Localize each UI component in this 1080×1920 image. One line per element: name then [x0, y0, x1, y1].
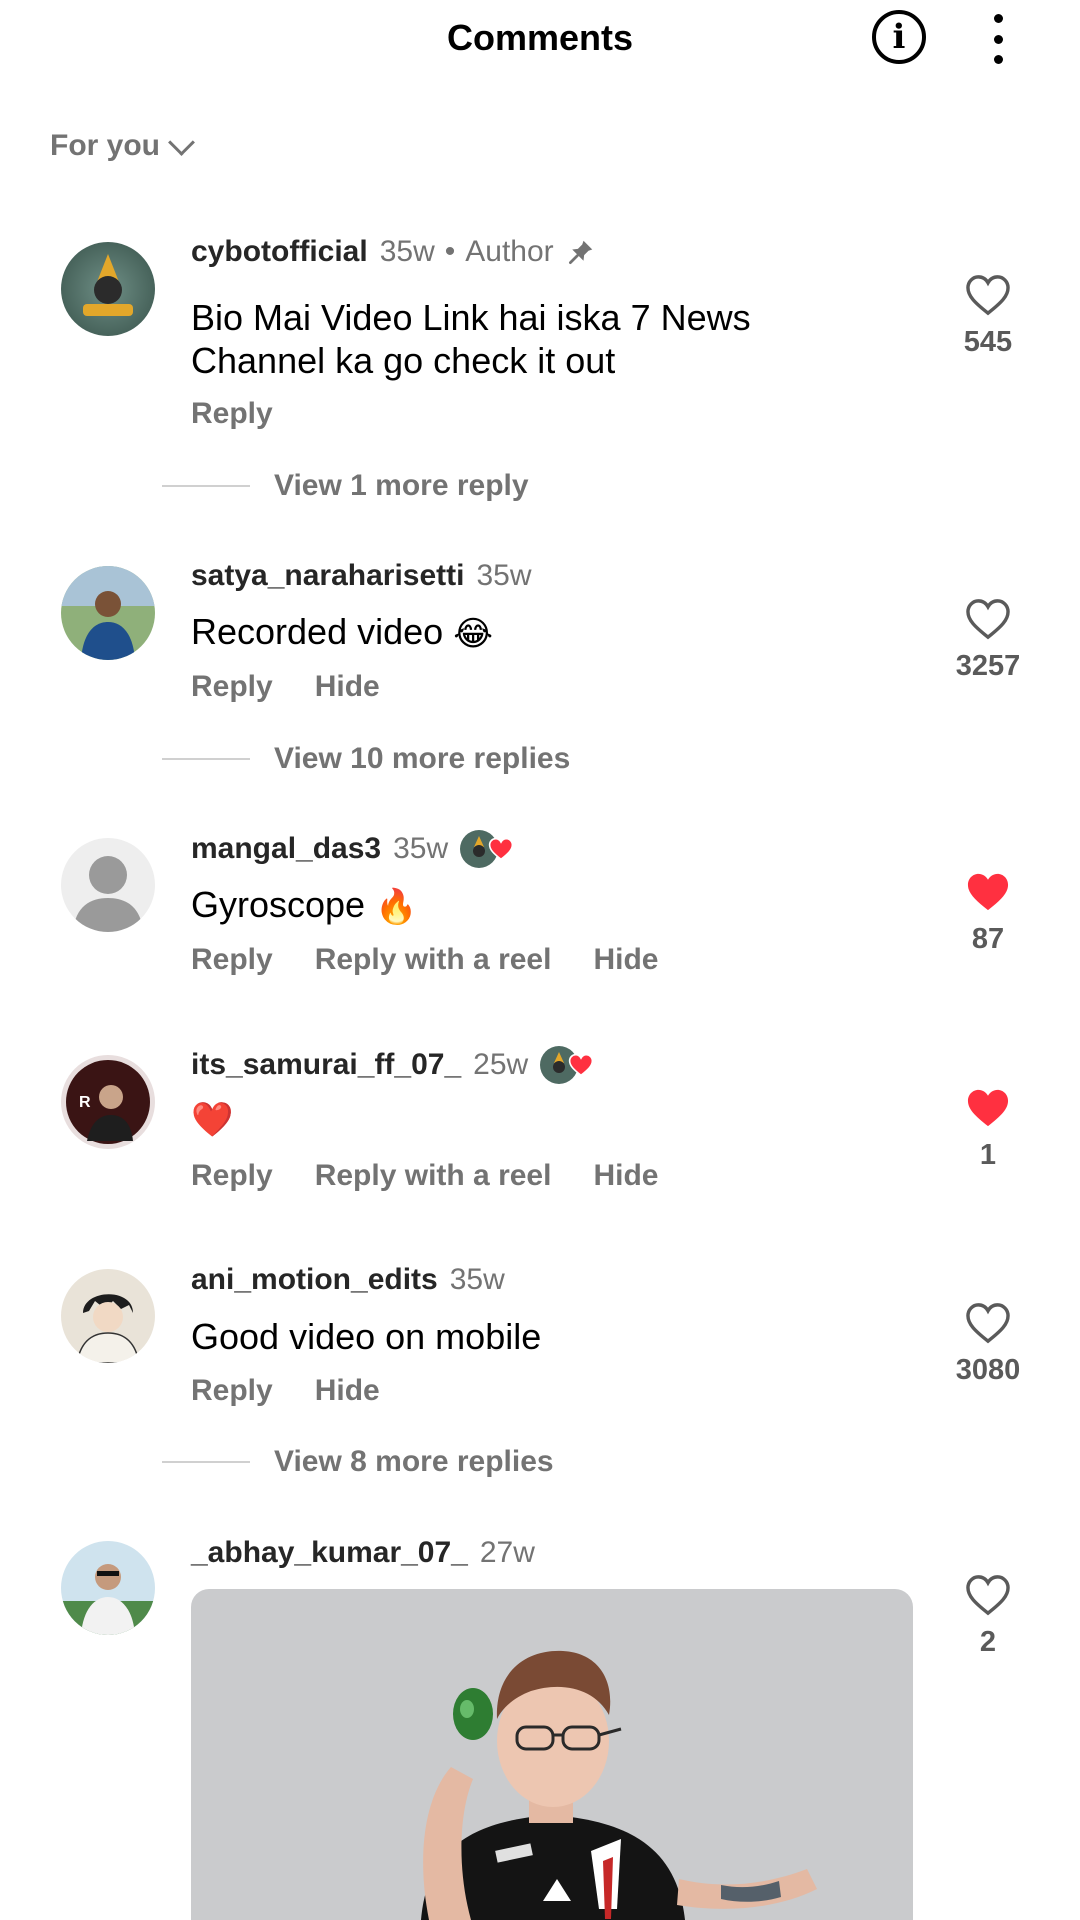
like-button[interactable]: 545: [918, 274, 1058, 362]
timestamp: 25w: [473, 1048, 529, 1081]
author-badge: Author: [465, 235, 554, 268]
comment-actions: Reply Reply with a reel Hide: [191, 940, 658, 980]
sort-filter-dropdown[interactable]: For you: [50, 124, 195, 168]
username[interactable]: its_samurai_ff_07_: [191, 1045, 461, 1085]
comment-header: _abhay_kumar_07_ 27w: [191, 1533, 535, 1573]
comment-header: its_samurai_ff_07_ 25w: [191, 1045, 602, 1085]
timestamp: 27w: [479, 1536, 535, 1569]
comment-actions: Reply Reply with a reel Hide: [191, 1156, 658, 1196]
reply-button[interactable]: Reply: [191, 1371, 273, 1411]
like-button[interactable]: 87: [918, 871, 1058, 959]
hide-button[interactable]: Hide: [593, 1156, 658, 1196]
comment-text: Gyroscope 🔥: [191, 883, 417, 929]
red-heart-emoji: ❤️: [191, 1100, 234, 1139]
comment-actions: Reply Hide: [191, 1371, 380, 1411]
hide-button[interactable]: Hide: [593, 940, 658, 980]
timestamp: 35w: [393, 832, 449, 865]
avatar[interactable]: [61, 242, 155, 336]
reply-button[interactable]: Reply: [191, 940, 273, 980]
laughing-emoji: 😂: [453, 614, 493, 653]
comment-header: ani_motion_edits 35w: [191, 1260, 505, 1300]
hide-button[interactable]: Hide: [315, 1371, 380, 1411]
separator: •: [444, 235, 456, 268]
heart-outline-icon: [966, 1575, 1010, 1616]
heart-filled-icon: [488, 837, 514, 861]
username[interactable]: cybotofficial: [191, 232, 368, 272]
comment-text: Channel ka go check it out: [191, 340, 616, 381]
like-button[interactable]: 3257: [918, 598, 1058, 686]
info-icon[interactable]: i: [872, 10, 926, 64]
svg-text:R: R: [79, 1094, 91, 1111]
liked-by-author-badge: [540, 1045, 602, 1085]
comment-header: satya_naraharisetti 35w: [191, 556, 532, 596]
timestamp: 35w: [379, 235, 435, 268]
heart-outline-icon: [966, 1303, 1010, 1344]
divider-line: [162, 758, 250, 760]
username[interactable]: satya_naraharisetti: [191, 556, 465, 596]
heart-outline-icon: [966, 599, 1010, 640]
comment-header: mangal_das3 35w: [191, 829, 522, 869]
username[interactable]: mangal_das3: [191, 829, 381, 869]
heart-filled-icon: [967, 873, 1009, 911]
reply-button[interactable]: Reply: [191, 1156, 273, 1196]
chevron-down-icon: [168, 128, 195, 156]
username[interactable]: _abhay_kumar_07_: [191, 1533, 468, 1573]
like-count: 1: [979, 1139, 997, 1171]
timestamp: 35w: [449, 1263, 505, 1296]
filter-label: For you: [50, 129, 160, 162]
reply-button[interactable]: Reply: [191, 394, 273, 434]
comment-text: Recorded video 😂: [191, 610, 493, 656]
reply-with-reel-button[interactable]: Reply with a reel: [315, 940, 552, 980]
like-count: 87: [971, 923, 1005, 955]
view-more-replies-button[interactable]: View 1 more reply: [162, 466, 529, 506]
reply-button[interactable]: Reply: [191, 667, 273, 707]
heart-outline-icon: [966, 275, 1010, 316]
username[interactable]: ani_motion_edits: [191, 1260, 438, 1300]
view-more-replies-button[interactable]: View 8 more replies: [162, 1442, 554, 1482]
comment-actions: Reply Hide: [191, 667, 380, 707]
like-count: 2: [979, 1626, 997, 1658]
heart-filled-icon: [569, 1053, 594, 1077]
comment-text-body: Recorded video: [191, 611, 444, 652]
hide-button[interactable]: Hide: [315, 667, 380, 707]
comment-actions: Reply: [191, 394, 273, 434]
comment-text: ❤️: [191, 1096, 233, 1142]
view-more-replies-button[interactable]: View 10 more replies: [162, 739, 570, 779]
avatar[interactable]: [61, 566, 155, 660]
timestamp: 35w: [476, 559, 532, 592]
reply-with-reel-button[interactable]: Reply with a reel: [315, 1156, 552, 1196]
liked-by-author-badge: [460, 829, 522, 869]
comment-text-body: Gyroscope: [191, 884, 366, 925]
view-more-label: View 1 more reply: [274, 469, 529, 502]
comment-header: cybotofficial 35w • Author: [191, 232, 596, 272]
avatar[interactable]: [61, 1269, 155, 1363]
gif-attachment[interactable]: [191, 1589, 913, 1920]
like-count: 3080: [955, 1354, 1021, 1386]
avatar[interactable]: [61, 1541, 155, 1635]
more-vertical-icon[interactable]: [980, 14, 1016, 64]
like-button[interactable]: 1: [918, 1087, 1058, 1175]
avatar[interactable]: [61, 838, 155, 932]
heart-filled-icon: [967, 1089, 1009, 1127]
like-count: 3257: [955, 650, 1021, 682]
avatar[interactable]: R: [61, 1055, 155, 1149]
fire-emoji: 🔥: [375, 887, 418, 926]
view-more-label: View 10 more replies: [274, 742, 571, 775]
divider-line: [162, 1461, 250, 1463]
pin-icon: [568, 240, 592, 264]
comment-text: Good video on mobile: [191, 1316, 542, 1357]
comment-text: Bio Mai Video Link hai iska 7 News: [191, 297, 751, 338]
view-more-label: View 8 more replies: [274, 1445, 554, 1478]
like-count: 545: [963, 326, 1013, 358]
divider-line: [162, 485, 250, 487]
like-button[interactable]: 2: [918, 1574, 1058, 1662]
like-button[interactable]: 3080: [918, 1302, 1058, 1390]
